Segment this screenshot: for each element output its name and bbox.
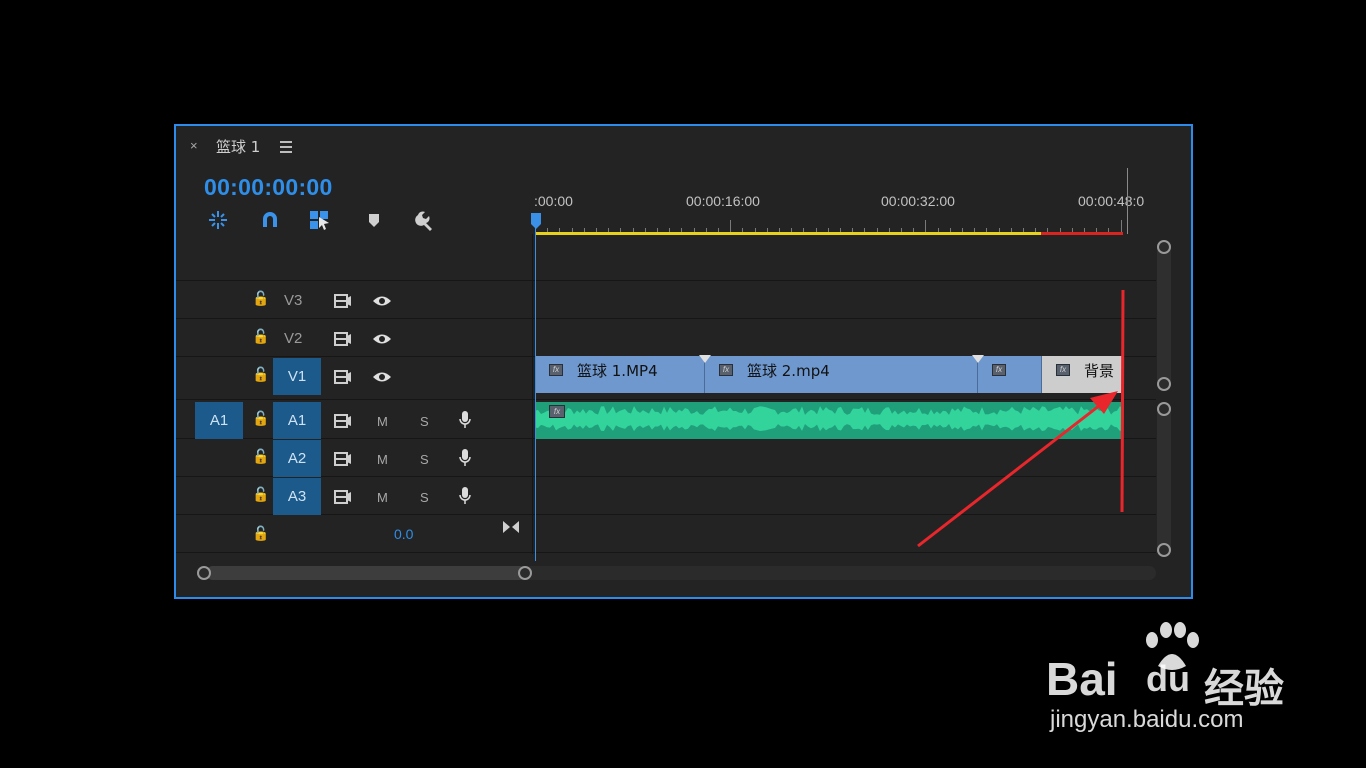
annotation-end-line xyxy=(1120,289,1125,513)
watermark-brand: Bai xyxy=(1046,653,1118,705)
watermark-brand-du: du xyxy=(1146,658,1190,699)
annotation-arrow-shaft xyxy=(917,400,1105,548)
watermark-url: jingyan.baidu.com xyxy=(1050,706,1244,733)
baidu-watermark: Bai du 经验 jingyan.baidu.com xyxy=(1046,622,1346,742)
